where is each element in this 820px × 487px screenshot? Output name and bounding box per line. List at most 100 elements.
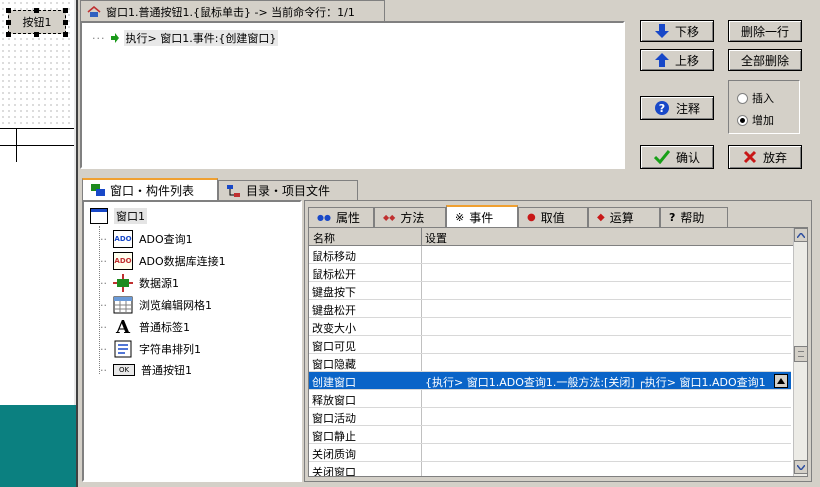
grid-line <box>0 128 74 129</box>
command-editor[interactable]: ··· 执行> 窗口1.事件:{创建窗口} <box>80 21 625 169</box>
table-row[interactable]: 鼠标移动 <box>309 246 791 264</box>
table-row[interactable]: 键盘松开 <box>309 300 791 318</box>
delete-line-button[interactable]: 删除一行 <box>728 20 802 42</box>
radio-append-circle[interactable] <box>737 114 748 126</box>
tab-events[interactable]: ※ 事件 <box>446 205 518 227</box>
grid-header: 名称 设置 <box>309 228 793 246</box>
table-row[interactable]: 改变大小 <box>309 318 791 336</box>
design-button-caption: 按钮1 <box>22 16 52 29</box>
scroll-down-button[interactable] <box>794 460 807 474</box>
comment-button[interactable]: ? 注释 <box>640 96 714 120</box>
radio-insert[interactable]: 插入 <box>737 90 774 106</box>
tree-connector: ·· <box>100 254 107 268</box>
event-name-cell: 改变大小 <box>312 322 356 335</box>
tab-label: 运算 <box>609 211 634 225</box>
event-name-cell: 鼠标松开 <box>312 268 356 281</box>
resize-handle[interactable] <box>34 32 39 37</box>
tree-item-datasource[interactable]: ·· 数据源1 <box>100 274 179 292</box>
tree-connector: ·· <box>100 232 107 246</box>
tab-label: 帮助 <box>680 211 705 225</box>
resize-handle[interactable] <box>6 20 11 25</box>
table-row-selected[interactable]: 创建窗口 {执行> 窗口1.ADO查询1.一般方法:[关闭] ┌执行> 窗口1.… <box>309 372 791 390</box>
resize-handle[interactable] <box>63 32 68 37</box>
table-row[interactable]: 窗口活动 <box>309 408 791 426</box>
column-header-name[interactable]: 名称 <box>313 230 335 246</box>
command-line[interactable]: ··· 执行> 窗口1.事件:{创建窗口} <box>92 30 279 46</box>
resize-handle[interactable] <box>63 20 68 25</box>
tree-item-label: ADO数据库连接1 <box>139 255 226 268</box>
confirm-button[interactable]: 确认 <box>640 145 714 169</box>
tree-connector: ·· <box>100 298 107 312</box>
window-list-icon <box>91 184 105 196</box>
tree-item-ado-connection[interactable]: ·· ADO ADO数据库连接1 <box>100 252 226 270</box>
scroll-up-button[interactable] <box>794 228 807 242</box>
tree-connector: ·· <box>100 363 107 377</box>
table-row[interactable]: 窗口静止 <box>309 426 791 444</box>
help-icon: ? <box>669 211 676 224</box>
delete-all-label: 全部删除 <box>740 53 789 68</box>
chevron-down-icon <box>797 464 805 470</box>
home-icon <box>87 5 101 17</box>
radio-append[interactable]: 增加 <box>737 112 774 128</box>
tab-directory-files[interactable]: 目录・项目文件 <box>218 180 358 200</box>
grid-line <box>0 145 74 146</box>
command-tab-label: 窗口1.普通按钮1.{鼠标单击} -> 当前命令行：1/1 <box>106 5 355 19</box>
table-row[interactable]: 窗口隐藏 <box>309 354 791 372</box>
properties-dots-icon: ●● <box>317 213 331 222</box>
table-row[interactable]: 释放窗口 <box>309 390 791 408</box>
event-name-cell: 窗口活动 <box>312 412 356 425</box>
move-up-button[interactable]: 上移 <box>640 49 714 71</box>
tab-properties[interactable]: ●● 属性 <box>308 207 374 227</box>
resize-handle[interactable] <box>63 8 68 13</box>
tree-item-string-list[interactable]: ·· 字符串排列1 <box>100 340 201 358</box>
resize-handle[interactable] <box>34 8 39 13</box>
table-row[interactable]: 鼠标松开 <box>309 264 791 282</box>
component-tree[interactable]: 窗口1 ·· ADO ADO查询1 ·· ADO ADO数据库连接1 ·· 数据… <box>82 200 302 482</box>
discard-label: 放弃 <box>762 150 787 165</box>
vertical-scrollbar[interactable] <box>793 228 807 476</box>
tab-window-components[interactable]: 窗口・构件列表 <box>82 178 218 200</box>
move-down-button[interactable]: 下移 <box>640 20 714 42</box>
design-button-button1[interactable]: 按钮1 <box>8 10 66 34</box>
tree-item-ado-query[interactable]: ·· ADO ADO查询1 <box>100 230 193 248</box>
command-tab[interactable]: 窗口1.普通按钮1.{鼠标单击} -> 当前命令行：1/1 <box>80 0 385 22</box>
tab-label: 方法 <box>400 211 425 225</box>
table-row[interactable]: 键盘按下 <box>309 282 791 300</box>
edit-dropdown-button[interactable] <box>774 374 788 388</box>
table-row[interactable]: 关闭质询 <box>309 444 791 462</box>
tree-item-browse-grid[interactable]: ·· 浏览编辑网格1 <box>100 296 212 314</box>
tab-window-components-label: 窗口・构件列表 <box>110 183 195 198</box>
radio-insert-circle[interactable] <box>737 92 748 104</box>
tree-connector: ·· <box>100 276 107 290</box>
table-row[interactable]: 窗口可见 <box>309 336 791 354</box>
radio-dot <box>740 117 745 123</box>
table-row[interactable]: 关闭窗口 <box>309 462 791 476</box>
tree-root-window[interactable]: 窗口1 <box>90 208 147 224</box>
tree-item-label: 普通标签1 <box>139 321 190 334</box>
tree-item-label-component[interactable]: ·· A 普通标签1 <box>100 317 190 338</box>
tab-values[interactable]: ● 取值 <box>518 207 588 227</box>
event-editor-panel: 窗口1.普通按钮1.{鼠标单击} -> 当前命令行：1/1 ··· 执行> 窗口… <box>76 0 820 487</box>
resize-handle[interactable] <box>6 8 11 13</box>
event-setting-cell[interactable]: {执行> 窗口1.ADO查询1.一般方法:[关闭] ┌执行> 窗口1.ADO查询… <box>425 374 771 390</box>
tab-label: 取值 <box>540 211 565 225</box>
scroll-thumb[interactable] <box>794 346 807 362</box>
properties-panel: ●● 属性 ◆◆ 方法 ※ 事件 ● 取值 ◆ 运算 ? 帮助 名称 设置 鼠标… <box>304 200 812 482</box>
delete-all-button[interactable]: 全部删除 <box>728 49 802 71</box>
tab-label: 事件 <box>469 210 494 225</box>
tree-item-button-component[interactable]: ·· OK 普通按钮1 <box>100 362 192 378</box>
event-name-cell: 窗口隐藏 <box>312 358 356 371</box>
tree-connector: ··· <box>92 31 106 45</box>
tree-connector: ·· <box>100 320 107 334</box>
discard-button[interactable]: 放弃 <box>728 145 802 169</box>
confirm-label: 确认 <box>675 150 700 165</box>
comment-label: 注释 <box>675 101 700 116</box>
tree-connector: ·· <box>100 342 107 356</box>
chevron-up-icon <box>797 232 805 238</box>
column-header-setting[interactable]: 设置 <box>425 230 447 246</box>
tab-help[interactable]: ? 帮助 <box>660 207 728 227</box>
tab-methods[interactable]: ◆◆ 方法 <box>374 207 446 227</box>
resize-handle[interactable] <box>6 32 11 37</box>
project-tree-icon <box>227 184 240 197</box>
tab-operations[interactable]: ◆ 运算 <box>588 207 660 227</box>
